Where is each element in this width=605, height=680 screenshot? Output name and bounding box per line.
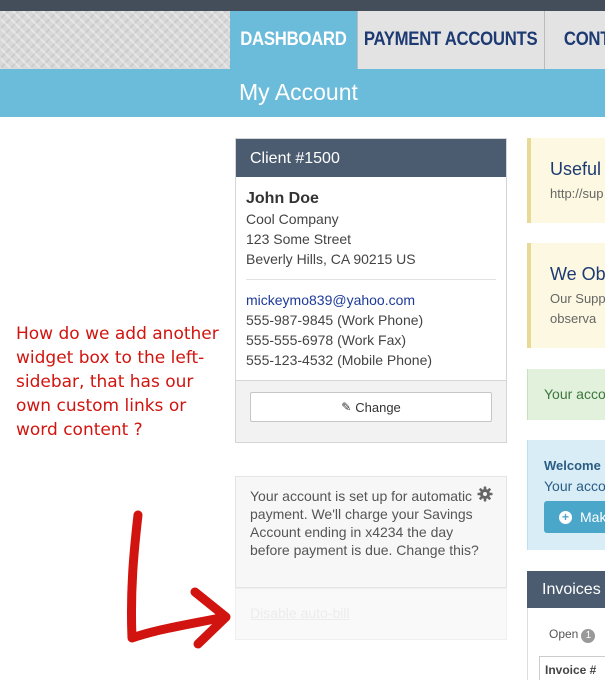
hand-drawn-arrow-icon — [126, 510, 231, 649]
tab-payment-accounts-label: PAYMENT ACCOUNTS — [364, 29, 538, 50]
change-button[interactable]: ✎ Change — [250, 392, 492, 422]
invoice-number-column-header[interactable]: Invoice # — [539, 656, 605, 680]
client-details: John Doe Cool Company 123 Some Street Be… — [236, 177, 506, 380]
tab-dashboard-label: DASHBOARD — [240, 29, 347, 50]
page-title: My Account — [239, 79, 358, 105]
tab-contact-label: CONTA — [563, 29, 605, 50]
client-card-footer: ✎ Change — [236, 380, 506, 442]
gear-icon[interactable] — [477, 486, 493, 502]
make-payment-button[interactable]: + Mak — [544, 501, 605, 533]
invoices-header: Invoices — [527, 571, 605, 608]
tab-payment-accounts[interactable]: PAYMENT ACCOUNTS — [357, 11, 544, 69]
autopay-message: Your account is set up for automatic pay… — [250, 488, 479, 558]
observe-line-1: Our Supp — [550, 291, 605, 306]
invoices-title: Invoices — [542, 581, 601, 598]
autopay-faded-link[interactable]: Disable auto-bill — [250, 605, 350, 621]
client-city: Beverly Hills, CA 90215 US — [246, 251, 416, 267]
useful-url[interactable]: http://sup — [550, 184, 603, 204]
welcome-panel: Welcome Your acco + Mak — [527, 440, 605, 550]
client-company: Cool Company — [246, 211, 339, 227]
client-email-link[interactable]: mickeymo839@yahoo.com — [246, 290, 496, 310]
top-strip — [0, 0, 605, 11]
welcome-title: Welcome — [544, 458, 601, 473]
navbar: DASHBOARD PAYMENT ACCOUNTS CONTA — [0, 11, 605, 69]
invoices-body: Open 1 Invoice # — [527, 608, 605, 680]
plus-circle-icon: + — [559, 510, 572, 524]
account-success-alert: Your acco — [527, 369, 605, 420]
observe-alert: We Ob Our Supp observa — [527, 243, 605, 348]
pencil-icon: ✎ — [341, 400, 352, 414]
client-name: John Doe — [246, 190, 319, 207]
welcome-text: Your acco — [544, 478, 605, 494]
observe-title: We Ob — [550, 264, 605, 284]
tab-dashboard[interactable]: DASHBOARD — [230, 11, 357, 69]
client-street: 123 Some Street — [246, 231, 352, 247]
useful-title: Useful — [550, 159, 602, 179]
make-button-label: Mak — [580, 509, 605, 525]
client-work-phone: 555-987-9845 (Work Phone) — [246, 312, 424, 328]
observe-line-2: observa — [550, 311, 597, 326]
annotation-question: How do we add another widget box to the … — [16, 324, 219, 440]
client-card: Client #1500 John Doe Cool Company 123 S… — [235, 138, 507, 443]
client-header: Client #1500 — [236, 139, 506, 177]
client-work-fax: 555-555-6978 (Work Fax) — [246, 332, 407, 348]
open-count-badge: 1 — [581, 629, 596, 643]
tab-open-invoices[interactable]: Open 1 — [549, 627, 596, 643]
open-label: Open — [549, 627, 579, 641]
autopay-card: Your account is set up for automatic pay… — [235, 476, 507, 588]
divider — [246, 279, 496, 280]
client-mobile-phone: 555-123-4532 (Mobile Phone) — [246, 352, 433, 368]
success-text: Your acco — [544, 386, 605, 402]
tab-contact[interactable]: CONTA — [544, 11, 605, 69]
autopay-faded-row: Disable auto-bill — [235, 588, 507, 640]
change-button-label: Change — [355, 399, 401, 415]
useful-links-alert: Useful http://sup — [527, 138, 605, 223]
